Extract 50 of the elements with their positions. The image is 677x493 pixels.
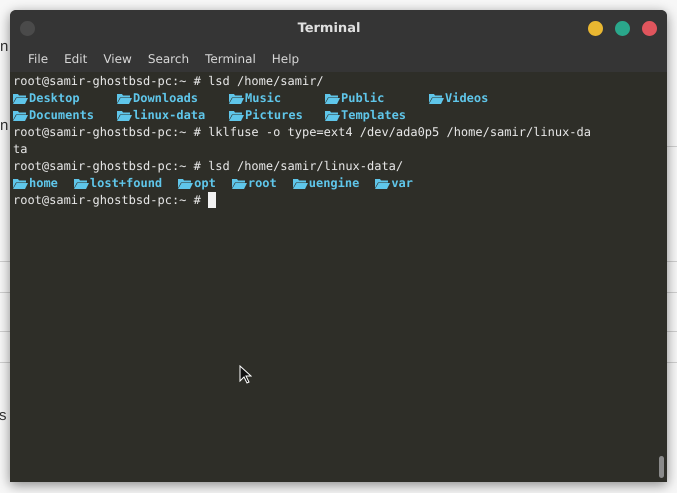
terminal-line: root@samir-ghostbsd-pc:~ # lklfuse -o type=ext4 /dev/ada0p5 /home/samir/linux-da	[13, 124, 592, 141]
terminal-line: root@samir-ghostbsd-pc:~ # lsd /home/samir/linux-data/	[13, 158, 404, 175]
folder-entry: opt	[178, 175, 216, 192]
folder-entry: home	[13, 175, 58, 192]
folder-icon	[117, 110, 132, 121]
folder-entry: Videos	[429, 90, 667, 107]
folder-entry: Pictures	[229, 107, 325, 124]
folder-entry: var	[375, 175, 414, 192]
terminal-prompt: root@samir-ghostbsd-pc:~ #	[13, 193, 202, 207]
folder-icon	[74, 178, 89, 189]
folder-icon	[178, 178, 194, 189]
folder-entry: uengine	[292, 175, 360, 192]
folder-icon	[232, 178, 247, 189]
terminal-line: ta	[13, 141, 28, 158]
folder-entry: Downloads	[117, 90, 229, 107]
minimize-button[interactable]	[588, 20, 603, 36]
window-title: Terminal	[296, 20, 362, 36]
folder-icon	[13, 110, 28, 121]
folder-icon	[375, 178, 390, 189]
folder-icon	[229, 93, 244, 104]
page-text: n	[0, 38, 8, 56]
maximize-button[interactable]	[615, 20, 630, 36]
folder-entry: Desktop	[13, 90, 117, 107]
close-button[interactable]	[642, 20, 657, 36]
mouse-pointer-icon	[239, 365, 252, 384]
terminal-line: root@samir-ghostbsd-pc:~ # lsd /home/samir/	[13, 73, 325, 90]
folder-icon	[325, 93, 340, 104]
folder-icon	[429, 93, 444, 104]
menu-item[interactable]: File	[20, 52, 56, 66]
menu-item[interactable]: Help	[264, 52, 308, 66]
folder-icon	[13, 93, 28, 104]
page-text: n	[0, 117, 8, 135]
folder-icon	[117, 93, 132, 104]
menu-item[interactable]: Terminal	[197, 52, 264, 66]
folder-icon	[13, 178, 28, 189]
menu-item[interactable]: Search	[140, 52, 198, 66]
folder-entry: Templates	[325, 107, 429, 124]
text-cursor	[208, 192, 216, 208]
folder-entry: linux-data	[117, 107, 229, 124]
folder-icon	[325, 110, 340, 121]
folder-entry: Music	[229, 90, 325, 107]
folder-entry: lost+found	[74, 175, 162, 192]
menu-item[interactable]: Edit	[56, 52, 96, 66]
folder-entry: Documents	[13, 107, 117, 124]
menu-item[interactable]: View	[95, 52, 140, 66]
folder-icon	[292, 178, 308, 189]
folder-entry: root	[232, 175, 277, 192]
folder-icon	[229, 110, 244, 121]
scrollbar-thumb[interactable]	[659, 456, 664, 478]
folder-entry: Public	[325, 90, 429, 107]
